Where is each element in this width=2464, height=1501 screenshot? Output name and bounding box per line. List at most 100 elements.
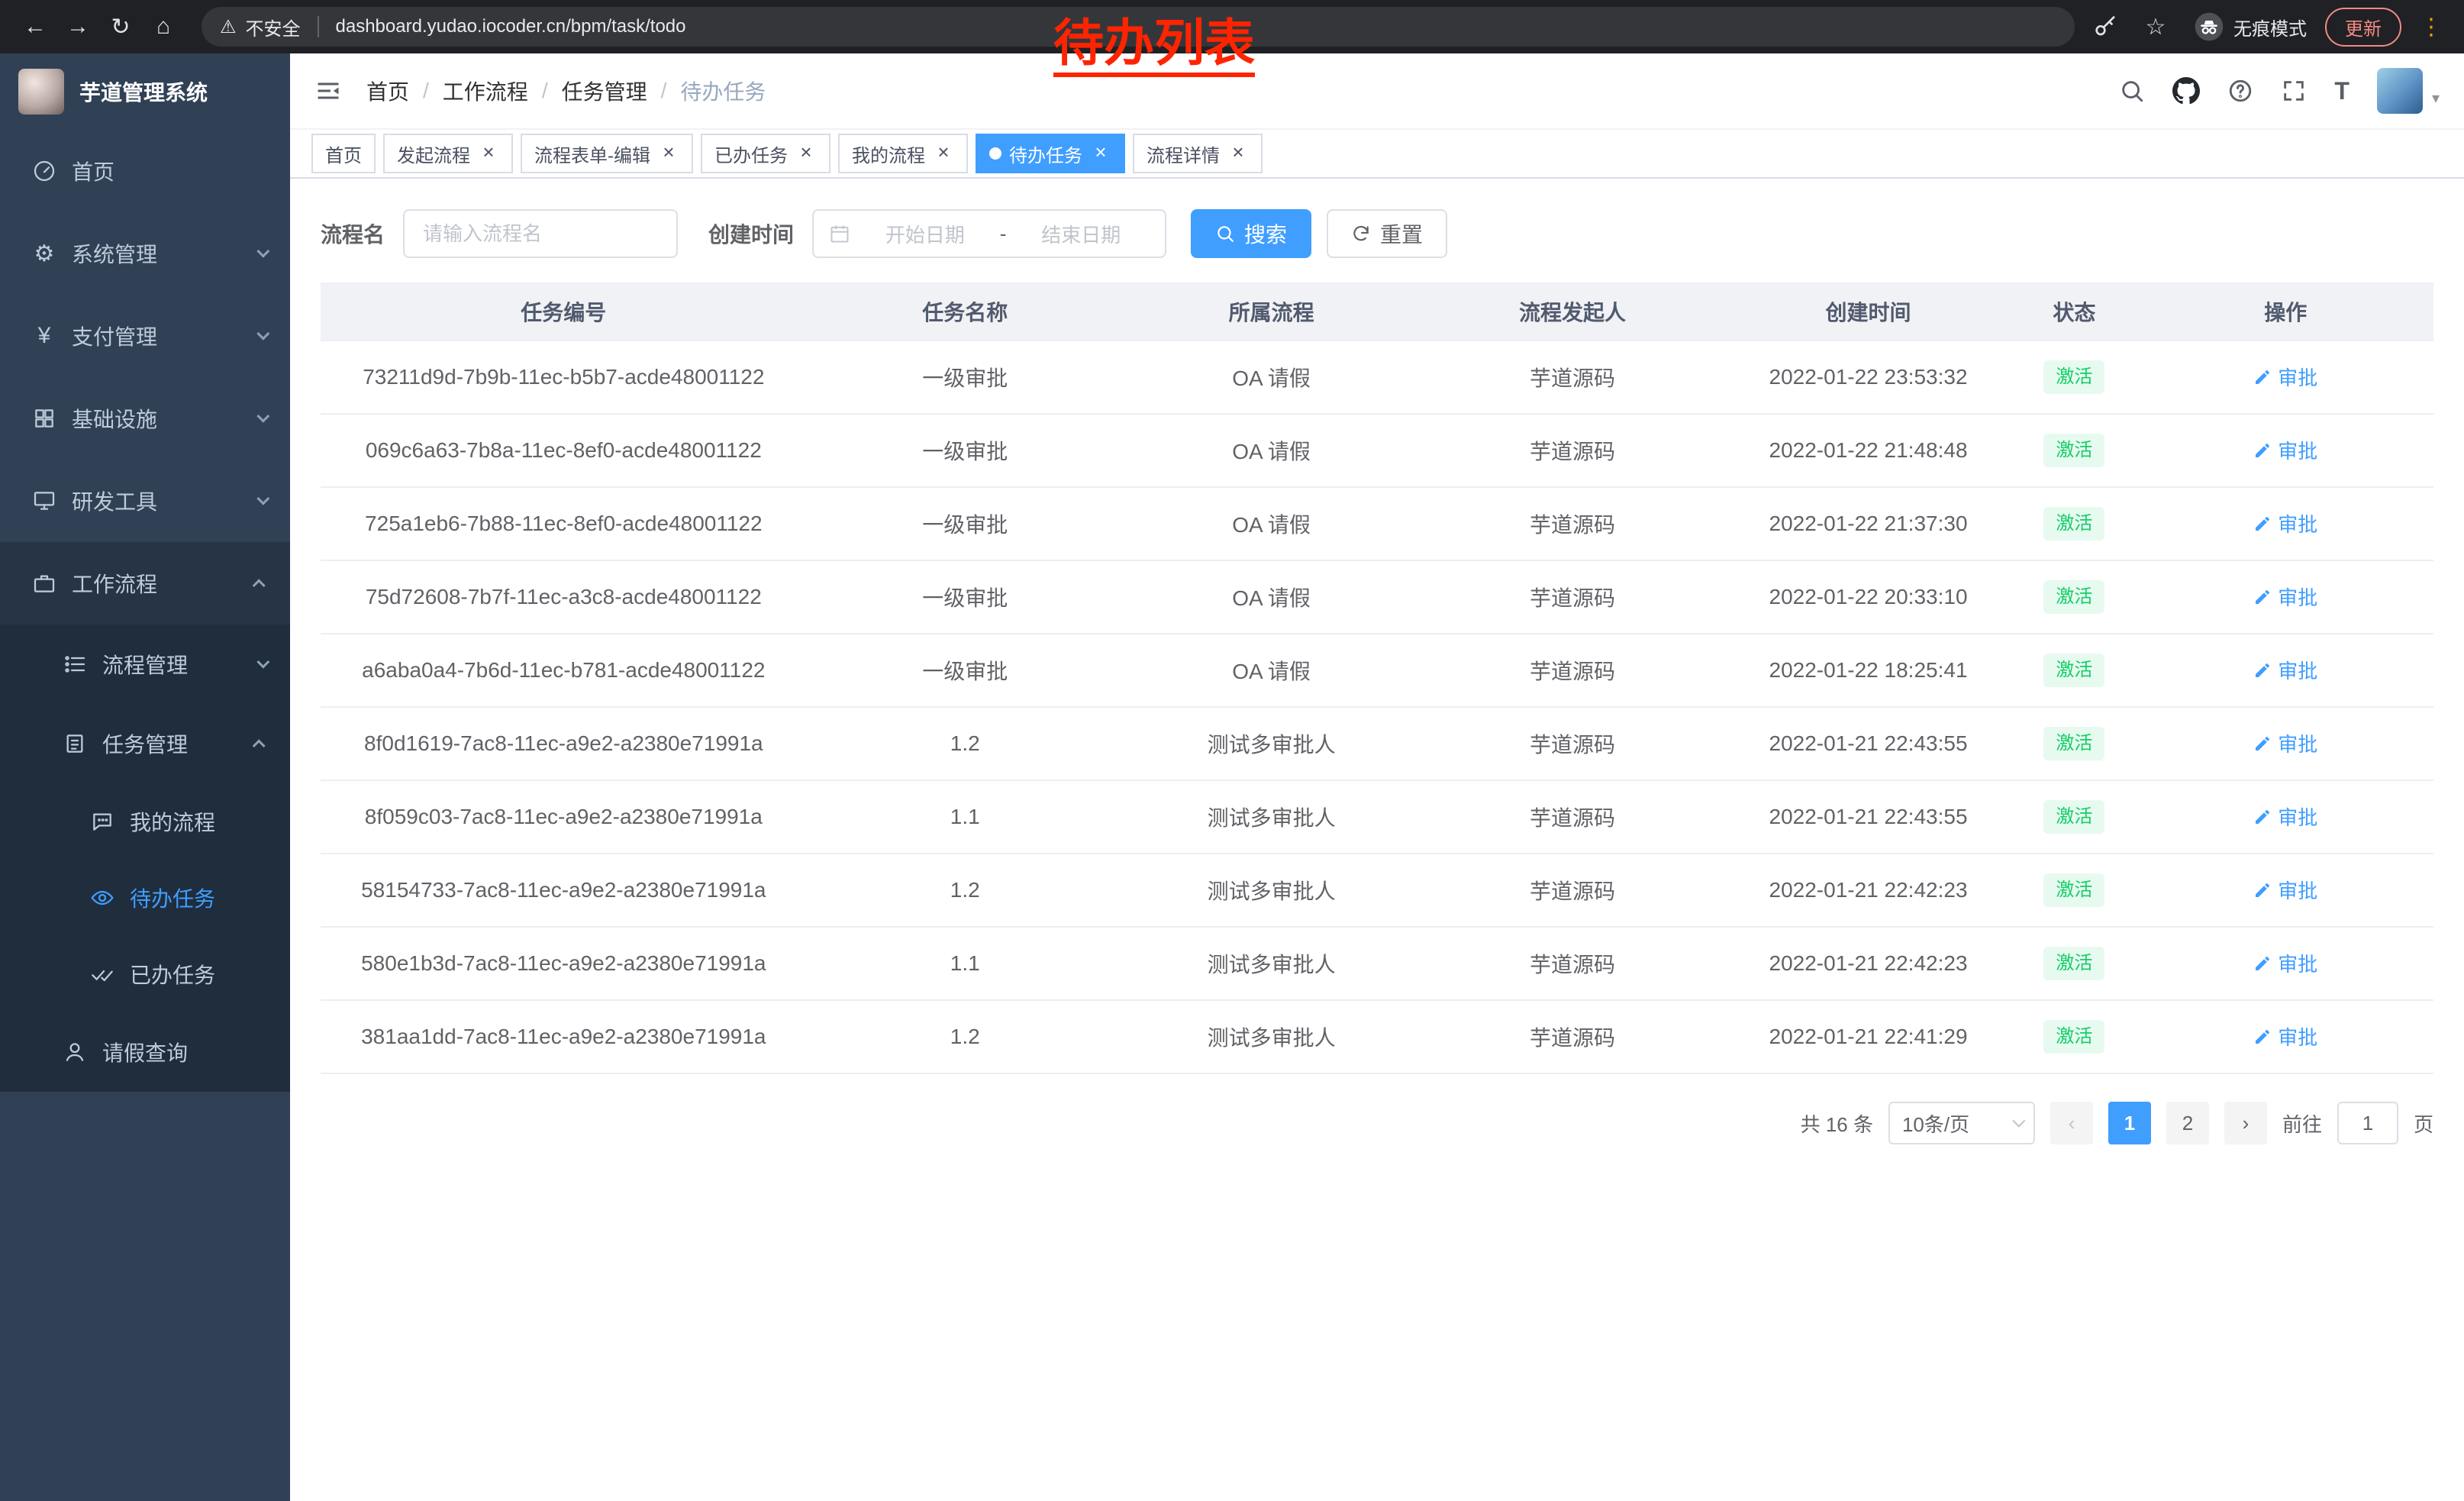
tab-todo-tasks[interactable]: 待办任务 × [976,134,1125,173]
tab-label: 已办任务 [714,140,788,167]
back-icon[interactable]: ← [15,7,55,47]
cell-status: 激活 [2011,707,2137,780]
update-button[interactable]: 更新 [2325,8,2401,47]
sidebar-collapse-icon[interactable] [314,77,342,105]
url-text[interactable]: dashboard.yudao.iocoder.cn/bpm/task/todo [336,16,686,37]
sidebar-item-infrastructure[interactable]: 基础设施 [0,377,290,460]
sidebar-item-done-tasks[interactable]: 已办任务 [0,936,290,1012]
cell-initiator: 芋道源码 [1419,707,1725,780]
gear-icon: ⚙ [31,240,58,267]
page-button-2[interactable]: 2 [2166,1102,2209,1144]
sidebar-item-leave-query[interactable]: 请假查询 [0,1012,290,1092]
cell-created: 2022-01-22 18:25:41 [1726,634,2011,707]
approve-link[interactable]: 审批 [2253,436,2317,464]
tab-my-process[interactable]: 我的流程 × [838,134,968,173]
breadcrumb-item[interactable]: 首页 [366,76,409,106]
close-icon[interactable]: × [933,143,954,164]
approve-link[interactable]: 审批 [2253,876,2317,904]
cell-initiator: 芋道源码 [1419,927,1725,1000]
sidebar-item-task-management[interactable]: 任务管理 [0,704,290,783]
page-button-1[interactable]: 1 [2108,1102,2151,1144]
close-icon[interactable]: × [1090,143,1111,164]
home-icon[interactable]: ⌂ [144,7,183,47]
fullscreen-icon[interactable] [2281,78,2307,104]
cell-process: OA 请假 [1124,341,1420,414]
page-size-select[interactable]: 10条/页 [1888,1102,2035,1144]
tabs-bar: 首页 发起流程 × 流程表单-编辑 × 已办任务 × 我的流程 × [290,130,2464,179]
chevron-down-icon [256,410,269,423]
tab-form-edit[interactable]: 流程表单-编辑 × [521,134,693,173]
approve-link[interactable]: 审批 [2253,509,2317,537]
sidebar-item-todo-tasks[interactable]: 待办任务 [0,860,290,936]
sidebar-item-system[interactable]: ⚙ 系统管理 [0,212,290,295]
cell-actions: 审批 [2137,1000,2433,1073]
sidebar-item-my-process[interactable]: 我的流程 [0,783,290,860]
cell-status: 激活 [2011,487,2137,560]
help-icon[interactable] [2227,78,2253,104]
caret-down-icon[interactable]: ▾ [2432,89,2440,108]
sidebar-item-home[interactable]: 首页 [0,130,290,212]
approve-link[interactable]: 审批 [2253,363,2317,391]
prev-page-button[interactable]: ‹ [2050,1102,2093,1144]
sidebar-item-process-management[interactable]: 流程管理 [0,625,290,704]
sidebar-submenu-workflow: 流程管理 任务管理 我的流程 待办任务 [0,625,290,1092]
cell-task-name: 1.2 [807,1000,1124,1073]
breadcrumb-item[interactable]: 任务管理 [562,76,647,106]
close-icon[interactable]: × [795,143,817,164]
font-size-icon[interactable]: T [2334,77,2350,105]
sidebar-item-workflow[interactable]: 工作流程 [0,542,290,625]
tab-start-process[interactable]: 发起流程 × [383,134,513,173]
column-header: 创建时间 [1726,282,2011,341]
table-row: 75d72608-7b7f-11ec-a3c8-acde48001122 一级审… [321,560,2433,634]
edit-icon [2253,881,2272,899]
search-icon[interactable] [2119,78,2145,104]
cell-created: 2022-01-21 22:42:23 [1726,854,2011,927]
reload-icon[interactable]: ↻ [101,7,140,47]
tab-process-detail[interactable]: 流程详情 × [1133,134,1263,173]
close-icon[interactable]: × [478,143,499,164]
forward-icon[interactable]: → [58,7,98,47]
process-name-input-wrap [403,209,678,258]
edit-icon [2253,661,2272,679]
approve-link[interactable]: 审批 [2253,656,2317,684]
date-range-picker[interactable]: 开始日期 - 结束日期 [812,209,1166,258]
table-row: 725a1eb6-7b88-11ec-8ef0-acde48001122 一级审… [321,487,2433,560]
sidebar-item-devtools[interactable]: 研发工具 [0,460,290,542]
cell-actions: 审批 [2137,414,2433,487]
goto-page-input[interactable] [2337,1102,2398,1144]
reset-button[interactable]: 重置 [1327,209,1447,258]
key-icon[interactable] [2093,15,2117,39]
next-page-button[interactable]: › [2224,1102,2267,1144]
close-icon[interactable]: × [658,143,679,164]
security-label[interactable]: 不安全 [246,14,301,40]
github-icon[interactable] [2172,77,2200,105]
tab-label: 流程详情 [1147,140,1220,167]
approve-link[interactable]: 审批 [2253,583,2317,611]
tab-done-tasks[interactable]: 已办任务 × [701,134,830,173]
cell-created: 2022-01-21 22:43:55 [1726,707,2011,780]
cell-task-name: 1.1 [807,780,1124,854]
breadcrumb-item[interactable]: 工作流程 [443,76,528,106]
browser-menu-icon[interactable]: ⋮ [2420,14,2443,40]
process-name-input[interactable] [423,222,658,246]
pagination-total: 共 16 条 [1801,1109,1873,1138]
chevron-up-icon [253,739,266,752]
cell-task-id: 75d72608-7b7f-11ec-a3c8-acde48001122 [321,560,807,634]
status-badge: 激活 [2043,800,2104,834]
bookmark-star-icon[interactable]: ☆ [2136,7,2175,47]
approve-link[interactable]: 审批 [2253,802,2317,831]
close-icon[interactable]: × [1227,143,1249,164]
tab-home[interactable]: 首页 [311,134,376,173]
app-title: 芋道管理系统 [79,76,208,107]
breadcrumb-current: 待办任务 [680,76,766,106]
approve-link[interactable]: 审批 [2253,1022,2317,1051]
approve-link[interactable]: 审批 [2253,949,2317,977]
approve-link[interactable]: 审批 [2253,729,2317,757]
avatar[interactable] [2377,68,2423,114]
edit-icon [2253,515,2272,533]
sidebar-item-payment[interactable]: ¥ 支付管理 [0,295,290,377]
search-button[interactable]: 搜索 [1191,209,1311,258]
cell-status: 激活 [2011,341,2137,414]
tab-label: 我的流程 [852,140,925,167]
annotation-text: 待办列表 [1053,15,1255,77]
